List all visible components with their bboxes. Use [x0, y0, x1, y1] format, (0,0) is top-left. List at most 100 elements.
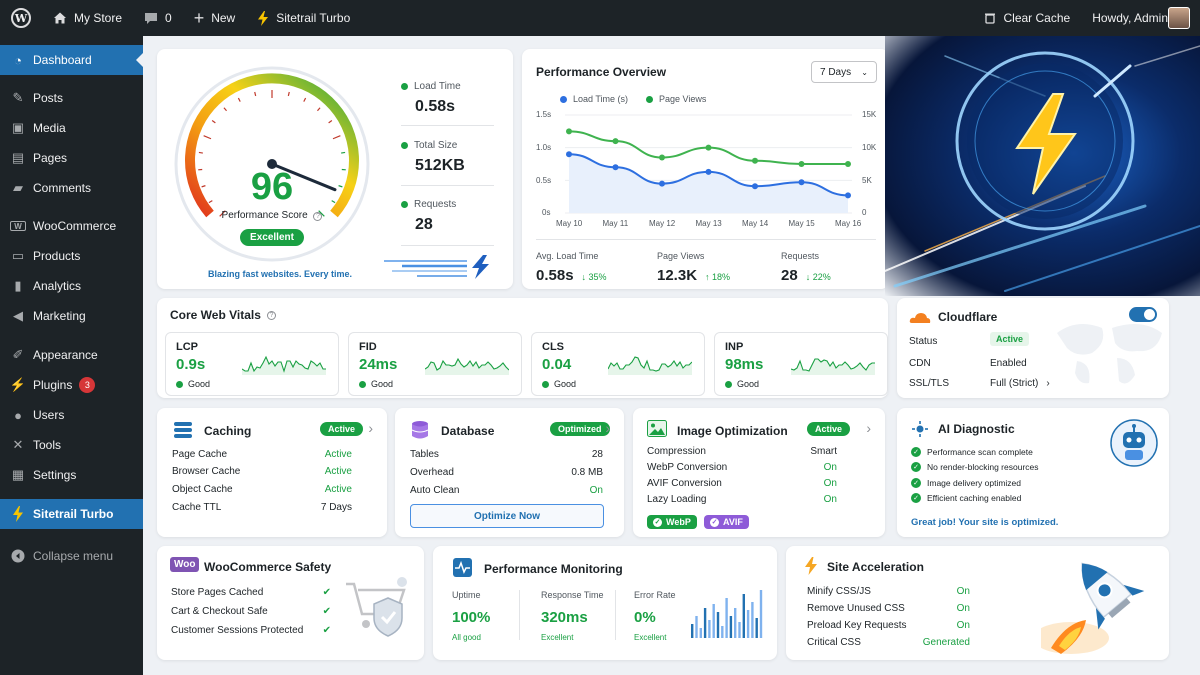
tag-label: AVIF [723, 517, 743, 527]
cloud-icon [909, 312, 931, 323]
check-text: Efficient caching enabled [927, 493, 1022, 503]
load-time-point[interactable] [752, 183, 758, 190]
page-views-point[interactable] [566, 128, 572, 135]
monitor-error-rate: Error Rate 0% Excellent [634, 590, 676, 642]
clear-cache-button[interactable]: Clear Cache [973, 0, 1081, 36]
sidebar-item-products[interactable]: ▭ Products [0, 241, 143, 271]
cf-key: Status [909, 336, 938, 347]
x-tick-label: May 10 [556, 219, 583, 228]
score-tagline: Blazing fast websites. Every time. [207, 269, 353, 279]
monitor-value: 320ms [541, 609, 588, 626]
hero-speed-illustration [885, 36, 1200, 296]
site-acceleration-card[interactable]: Site Acceleration Minify CSS/JS On Remove… [786, 546, 1169, 660]
row-value: On [956, 603, 970, 614]
cloudflare-toggle[interactable] [1129, 307, 1157, 322]
sidebar-item-pages[interactable]: ▤ Pages [0, 143, 143, 173]
x-tick-label: May 16 [835, 219, 862, 228]
load-time-point[interactable] [659, 180, 665, 187]
cf-ssl-link[interactable]: Full (Strict) › [990, 378, 1050, 389]
row-value: Active [324, 449, 352, 460]
monitor-value: 100% [452, 609, 491, 626]
load-time-point[interactable] [845, 192, 851, 199]
load-time-point[interactable] [798, 179, 805, 186]
info-icon[interactable]: ? [313, 212, 323, 221]
score-rating-wrap: Excellent [157, 229, 387, 246]
sidebar-item-media[interactable]: ▣ Media [0, 113, 143, 143]
plugin-name: Sitetrail Turbo [276, 11, 351, 25]
monitor-sub: All good [452, 633, 481, 642]
ai-diagnostic-card[interactable]: AI Diagnostic ✓ Performance scan complete… [897, 408, 1169, 537]
page-views-point[interactable] [705, 144, 712, 151]
caching-row: Page Cache Active [172, 449, 352, 460]
status-dot [359, 380, 366, 388]
sidebar-item-plugins[interactable]: ⚡ Plugins 3 [0, 370, 143, 400]
database-card[interactable]: Database Optimized › Tables 28 Overhead 0.… [395, 408, 624, 537]
wordpress-logo-button[interactable]: W [0, 0, 42, 36]
monitor-bar [695, 616, 698, 638]
new-content-button[interactable]: + New [183, 0, 247, 36]
monitor-bar [725, 598, 728, 638]
plugin-link[interactable]: Sitetrail Turbo [246, 0, 361, 36]
info-icon[interactable]: ? [266, 310, 276, 320]
sidebar-item-marketing[interactable]: ◀ Marketing [0, 301, 143, 331]
check-icon: ✓ [911, 462, 921, 472]
load-time-point[interactable] [705, 168, 712, 175]
cloudflare-title: Cloudflare [938, 310, 998, 324]
row-value: Generated [922, 637, 970, 648]
row-value: On [956, 586, 970, 597]
image-row: Lazy Loading On [647, 494, 837, 505]
performance-monitoring-card[interactable]: Performance Monitoring Uptime 100% All g… [433, 546, 777, 660]
account-menu[interactable]: Howdy, Admin [1081, 0, 1168, 36]
status-dot [725, 380, 732, 388]
sidebar-item-label: Media [33, 121, 66, 135]
x-tick-label: May 12 [649, 219, 676, 228]
page-views-point[interactable] [612, 138, 619, 145]
cloudflare-header: Cloudflare [909, 310, 997, 324]
vital-cls[interactable]: CLS 0.04 Good [531, 332, 705, 396]
page-views-point[interactable] [798, 161, 805, 167]
admin-sidebar: ◔ Dashboard ✎ Posts ▣ Media ▤ Pages ▰ Co… [0, 36, 143, 675]
sidebar-item-sitetrail-turbo[interactable]: Sitetrail Turbo [0, 499, 143, 529]
cf-value: Enabled [990, 358, 1027, 369]
vital-value: 24ms [359, 356, 398, 373]
vital-name: FID [359, 341, 377, 353]
sidebar-item-users[interactable]: ● Users [0, 400, 143, 430]
sidebar-item-label: Settings [33, 468, 77, 482]
image-row: WebP Conversion On [647, 462, 837, 473]
page-views-point[interactable] [845, 161, 851, 167]
sidebar-item-tools[interactable]: ✕ Tools [0, 430, 143, 460]
sidebar-item-posts[interactable]: ✎ Posts [0, 83, 143, 113]
monitor-label: Error Rate [634, 590, 676, 600]
monitor-bar [751, 602, 754, 638]
page-views-point[interactable] [752, 157, 758, 164]
avatar[interactable] [1168, 7, 1190, 29]
load-time-point[interactable] [612, 164, 619, 171]
image-optimization-card[interactable]: Image Optimization Active › Compression S… [633, 408, 885, 537]
check-text: Image delivery optimized [927, 478, 1022, 488]
row-key: Cart & Checkout Safe [171, 606, 268, 617]
vital-fid[interactable]: FID 24ms Good [348, 332, 522, 396]
optimize-now-button[interactable]: Optimize Now [410, 504, 604, 528]
vital-status: Good [554, 379, 577, 389]
sidebar-item-analytics[interactable]: ▮ Analytics [0, 271, 143, 301]
comments-link[interactable]: 0 [133, 0, 183, 36]
collapse-menu-button[interactable]: Collapse menu [0, 541, 143, 571]
sidebar-item-comments[interactable]: ▰ Comments [0, 173, 143, 203]
woocommerce-safety-card[interactable]: Woo WooCommerce Safety Store Pages Cache… [157, 546, 424, 660]
sidebar-item-settings[interactable]: ▦ Settings [0, 460, 143, 490]
page-views-point[interactable] [659, 154, 665, 161]
robot-icon [1110, 419, 1158, 467]
caching-card[interactable]: Caching Active › Page Cache Active Browse… [157, 408, 387, 537]
cf-key: SSL/TLS [909, 378, 950, 389]
sidebar-item-woocommerce[interactable]: W WooCommerce [0, 211, 143, 241]
load-time-point[interactable] [566, 151, 572, 158]
sidebar-item-appearance[interactable]: ✐ Appearance [0, 340, 143, 370]
vital-lcp[interactable]: LCP 0.9s Good [165, 332, 339, 396]
monitor-bar [691, 624, 694, 638]
vital-inp[interactable]: INP 98ms Good [714, 332, 888, 396]
site-name-link[interactable]: My Store [42, 0, 133, 36]
divider [401, 125, 494, 126]
woo-logo: Woo [170, 557, 200, 572]
sidebar-item-dashboard[interactable]: ◔ Dashboard [0, 45, 143, 75]
webp-tag: ✓ WebP [647, 515, 697, 529]
